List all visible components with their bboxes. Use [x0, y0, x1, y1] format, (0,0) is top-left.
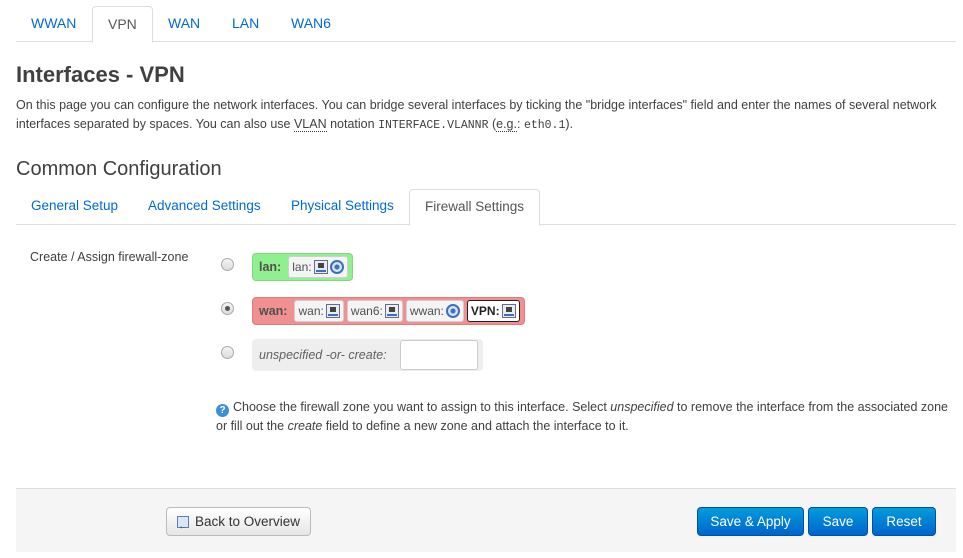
tab-wan6[interactable]: WAN6 [276, 6, 346, 42]
tab-physical-settings[interactable]: Physical Settings [276, 189, 409, 225]
interface-badge-vpn: VPN: [466, 300, 520, 322]
ethernet-port-icon [313, 260, 328, 274]
ethernet-port-icon [501, 304, 516, 318]
back-to-overview-button[interactable]: Back to Overview [166, 507, 311, 540]
unspecified-label: unspecified -or- create: [259, 348, 387, 362]
zone-name: lan: [259, 260, 282, 274]
interface-badge-wwan: wwan: [405, 300, 464, 322]
vlan-notation-code: INTERFACE.VLANNR [378, 119, 489, 132]
example-code: eth0.1 [523, 119, 566, 132]
help-text: field to define a new zone and attach th… [322, 419, 629, 433]
zone-radio-unspecified[interactable] [221, 346, 234, 359]
tab-wan[interactable]: WAN [153, 6, 215, 42]
interface-name: lan: [292, 260, 312, 274]
interface-badge-wan: wan: [294, 300, 344, 322]
eg-abbr: e.g. [496, 117, 517, 132]
interface-name: VPN: [470, 304, 500, 318]
desc-text: ( [488, 117, 497, 131]
wifi-icon [329, 260, 344, 274]
vlan-abbr: VLAN [293, 117, 327, 132]
back-arrow-icon [176, 513, 189, 540]
firewall-zone-label: Create / Assign firewall-zone [30, 250, 189, 264]
help-emphasis: create [287, 419, 323, 433]
tab-firewall-settings[interactable]: Firewall Settings [409, 189, 541, 226]
create-zone-input[interactable] [399, 340, 478, 370]
zone-lan[interactable]: lan: lan: [252, 253, 353, 281]
firewall-help-text: ? Choose the firewall zone you want to as… [216, 398, 951, 436]
help-emphasis: unspecified [610, 400, 674, 414]
wifi-icon [445, 304, 460, 318]
save-button[interactable]: Save [808, 507, 868, 536]
interface-badge-wan6: wan6: [346, 300, 403, 322]
ethernet-port-icon [325, 304, 340, 318]
ethernet-port-icon [384, 304, 399, 318]
interface-name: wwan: [409, 304, 444, 318]
desc-text: notation [326, 117, 379, 131]
zone-name: wan: [259, 304, 288, 318]
form-actions: Back to Overview Save & Apply Save Reset [16, 488, 956, 552]
zone-wan[interactable]: wan: wan: wan6: wwan: VPN: [252, 297, 525, 325]
interface-name: wan6: [350, 304, 383, 318]
desc-text: : [516, 117, 524, 131]
help-icon: ? [216, 404, 229, 417]
tab-wwan[interactable]: WWAN [16, 6, 91, 42]
interface-name: wan: [298, 304, 324, 318]
zone-unspecified[interactable]: unspecified -or- create: [252, 339, 483, 371]
section-title: Common Configuration [16, 158, 222, 180]
zone-radio-lan[interactable] [221, 258, 234, 271]
tab-general-setup[interactable]: General Setup [16, 189, 133, 225]
zone-radio-wan[interactable] [221, 302, 234, 315]
page-title: Interfaces - VPN [16, 62, 185, 87]
tab-lan[interactable]: LAN [217, 6, 274, 42]
tab-advanced-settings[interactable]: Advanced Settings [133, 189, 276, 225]
page-description: On this page you can configure the netwo… [16, 96, 946, 135]
interface-badge-lan: lan: [288, 256, 348, 278]
interface-tabs: WWAN VPN WAN LAN WAN6 [16, 6, 956, 43]
help-text: Choose the firewall zone you want to ass… [233, 400, 611, 414]
save-apply-button[interactable]: Save & Apply [697, 507, 804, 536]
reset-button[interactable]: Reset [872, 507, 936, 536]
tab-vpn[interactable]: VPN [92, 6, 153, 43]
desc-text: ). [565, 117, 573, 131]
config-tabs: General Setup Advanced Settings Physical… [16, 189, 956, 226]
button-label: Back to Overview [194, 514, 301, 529]
